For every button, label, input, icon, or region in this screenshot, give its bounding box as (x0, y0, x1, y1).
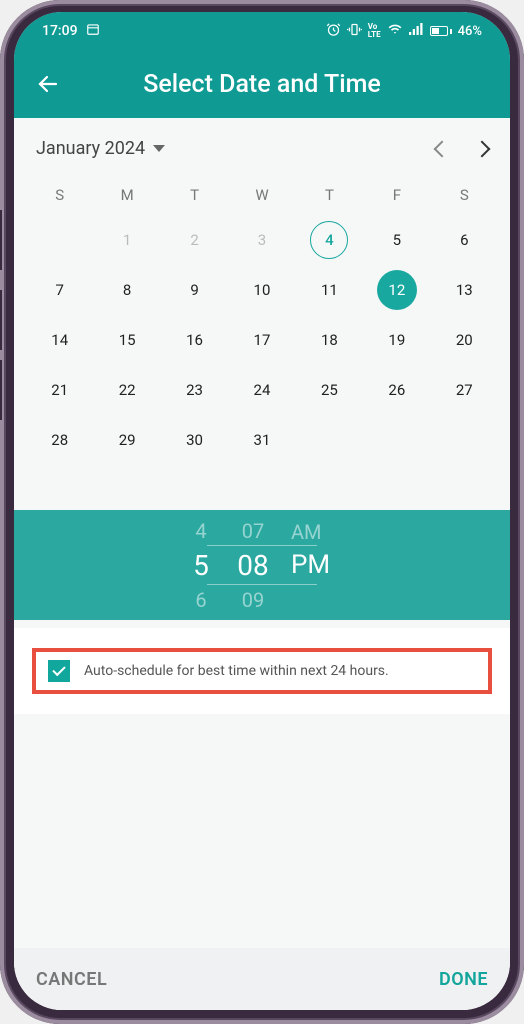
day-cell[interactable]: 12 (363, 268, 430, 312)
day-cell[interactable]: 14 (26, 318, 93, 362)
day-cell[interactable]: 20 (431, 318, 498, 362)
dow-header: T (296, 186, 363, 204)
hour-next: 6 (175, 588, 227, 612)
dow-header: S (26, 186, 93, 204)
content: January 2024 SMTWTFS 1234567891011121314… (14, 118, 510, 1010)
dow-header: M (93, 186, 160, 204)
day-cell[interactable]: 24 (228, 368, 295, 412)
time-picker[interactable]: 4 5 6 07 08 09 AM PM (14, 510, 510, 620)
day-cell[interactable]: 8 (93, 268, 160, 312)
auto-schedule-checkbox[interactable] (48, 660, 70, 682)
day-cell[interactable]: 11 (296, 268, 363, 312)
auto-schedule-label: Auto-schedule for best time within next … (84, 663, 389, 679)
day-cell[interactable]: 25 (296, 368, 363, 412)
next-month-button[interactable] (476, 136, 488, 160)
ampm-next (291, 586, 349, 610)
title-bar: Select Date and Time (14, 50, 510, 118)
day-cell[interactable]: 22 (93, 368, 160, 412)
day-cell[interactable]: 17 (228, 318, 295, 362)
month-header: January 2024 (14, 118, 510, 168)
phone-side-button (0, 210, 2, 270)
day-cell[interactable]: 30 (161, 418, 228, 462)
battery-percent: 46% (458, 24, 482, 39)
day-cell[interactable]: 2 (161, 218, 228, 262)
calendar-small-icon (86, 22, 100, 40)
dow-header: W (228, 186, 295, 204)
day-cell[interactable]: 28 (26, 418, 93, 462)
prev-month-button[interactable] (436, 136, 448, 160)
minute-column[interactable]: 07 08 09 (227, 519, 279, 612)
minute-next: 09 (227, 588, 279, 612)
cancel-button[interactable]: CANCEL (36, 969, 107, 990)
day-cell[interactable]: 6 (431, 218, 498, 262)
day-cell[interactable]: 10 (228, 268, 295, 312)
calendar: SMTWTFS 12345678910111213141516171819202… (14, 168, 510, 474)
status-bar: 17:09 VoLTE (14, 12, 510, 50)
day-cell[interactable]: 29 (93, 418, 160, 462)
minute-prev: 07 (227, 519, 279, 543)
day-cell[interactable]: 3 (228, 218, 295, 262)
day-cell-empty (26, 218, 93, 262)
alarm-icon (326, 22, 341, 41)
dow-header: S (431, 186, 498, 204)
day-cell[interactable]: 18 (296, 318, 363, 362)
phone-frame: 17:09 VoLTE (0, 0, 524, 1024)
day-cell[interactable]: 27 (431, 368, 498, 412)
screen: 17:09 VoLTE (14, 12, 510, 1010)
day-cell[interactable]: 21 (26, 368, 93, 412)
checkmark-icon (52, 663, 65, 676)
day-cell[interactable]: 15 (93, 318, 160, 362)
hour-column[interactable]: 4 5 6 (175, 519, 227, 612)
wifi-icon (387, 22, 403, 40)
month-label-text: January 2024 (36, 138, 145, 159)
day-cell[interactable]: 13 (431, 268, 498, 312)
ampm-prev: AM (291, 520, 349, 544)
day-of-week-row: SMTWTFS (26, 172, 498, 218)
battery-icon (430, 26, 452, 36)
done-button[interactable]: DONE (439, 969, 488, 990)
day-cell[interactable]: 31 (228, 418, 295, 462)
network-lte-icon: VoLTE (368, 23, 381, 39)
auto-schedule-row[interactable]: Auto-schedule for best time within next … (32, 648, 492, 694)
dropdown-triangle-icon (153, 145, 165, 152)
hour-value: 5 (175, 549, 227, 582)
vibrate-icon (347, 22, 362, 41)
back-button[interactable] (36, 72, 60, 96)
day-cell[interactable]: 19 (363, 318, 430, 362)
phone-side-button (0, 360, 2, 420)
hour-prev: 4 (175, 519, 227, 543)
signal-icon (409, 22, 424, 40)
day-cell[interactable]: 9 (161, 268, 228, 312)
day-cell[interactable]: 16 (161, 318, 228, 362)
days-grid: 1234567891011121314151617181920212223242… (26, 218, 498, 462)
footer: CANCEL DONE (14, 948, 510, 1010)
status-time: 17:09 (42, 23, 78, 39)
phone-side-button (0, 290, 2, 350)
day-cell[interactable]: 4 (296, 218, 363, 262)
minute-value: 08 (227, 549, 279, 582)
chevron-left-icon (434, 141, 451, 158)
ampm-column[interactable]: AM PM (279, 520, 349, 610)
day-cell[interactable]: 26 (363, 368, 430, 412)
ampm-value: PM (291, 550, 349, 580)
day-cell[interactable]: 1 (93, 218, 160, 262)
auto-schedule-section: Auto-schedule for best time within next … (14, 628, 510, 714)
day-cell[interactable]: 23 (161, 368, 228, 412)
chevron-right-icon (474, 141, 491, 158)
month-selector[interactable]: January 2024 (36, 138, 165, 159)
dow-header: F (363, 186, 430, 204)
day-cell[interactable]: 7 (26, 268, 93, 312)
dow-header: T (161, 186, 228, 204)
day-cell[interactable]: 5 (363, 218, 430, 262)
page-title: Select Date and Time (60, 70, 464, 99)
